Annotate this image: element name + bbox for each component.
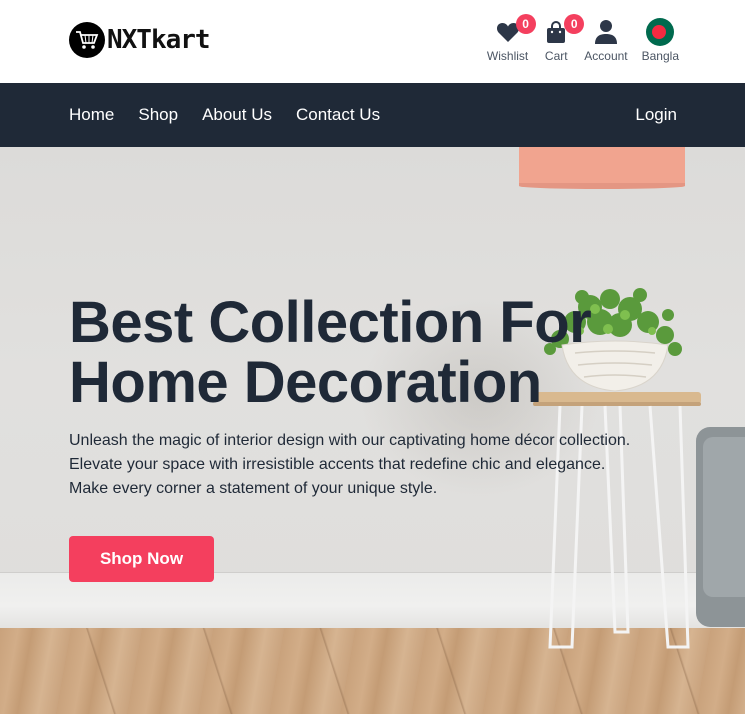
nav-shop-link[interactable]: Shop	[138, 105, 178, 125]
shopping-bag-icon: 0	[542, 14, 585, 46]
wishlist-label: Wishlist	[486, 49, 529, 63]
cart-label: Cart	[544, 49, 568, 63]
language-button[interactable]: Bangla	[642, 18, 679, 63]
account-label: Account	[584, 49, 628, 63]
cart-button[interactable]: 0 Cart	[542, 14, 585, 63]
login-link[interactable]: Login	[635, 83, 677, 147]
shop-now-button[interactable]: Shop Now	[69, 536, 214, 582]
brand-logo[interactable]: NXTkart	[69, 22, 211, 58]
hero-title-line2: Home Decoration	[69, 350, 542, 415]
nav-home-link[interactable]: Home	[69, 105, 114, 125]
bangladesh-flag-icon	[646, 18, 675, 46]
hero-description-line2: Elevate your space with irresistible acc…	[69, 456, 606, 473]
nav-about-link[interactable]: About Us	[202, 105, 272, 125]
user-icon	[592, 18, 620, 46]
nav-links: Home Shop About Us Contact Us	[69, 83, 404, 147]
wishlist-button[interactable]: 0 Wishlist	[486, 14, 536, 63]
hero-title-line1: Best Collection For	[69, 290, 592, 355]
hero-banner: Best Collection For Home Decoration Unle…	[0, 147, 745, 714]
hero-description-line3: Make every corner a statement of your un…	[69, 480, 438, 497]
main-navbar: Home Shop About Us Contact Us Login	[0, 83, 745, 147]
hero-title: Best Collection For Home Decoration	[69, 293, 689, 413]
language-label: Bangla	[641, 49, 679, 63]
nav-contact-link[interactable]: Contact Us	[296, 105, 380, 125]
pendant-lamp-image	[519, 147, 685, 187]
shopping-cart-logo-icon	[69, 22, 105, 58]
cart-count-badge: 0	[564, 14, 585, 34]
wishlist-count-badge: 0	[515, 14, 536, 34]
heart-icon: 0	[494, 14, 536, 46]
hero-description: Unleash the magic of interior design wit…	[69, 429, 689, 501]
hero-description-line1: Unleash the magic of interior design wit…	[69, 432, 631, 449]
brand-name: NXTkart	[107, 25, 211, 55]
account-button[interactable]: Account	[584, 18, 628, 63]
header-actions: 0 Wishlist 0 Cart Account Bangla	[473, 14, 679, 63]
top-header: NXTkart 0 Wishlist 0 Cart Account Bangla	[0, 0, 745, 83]
